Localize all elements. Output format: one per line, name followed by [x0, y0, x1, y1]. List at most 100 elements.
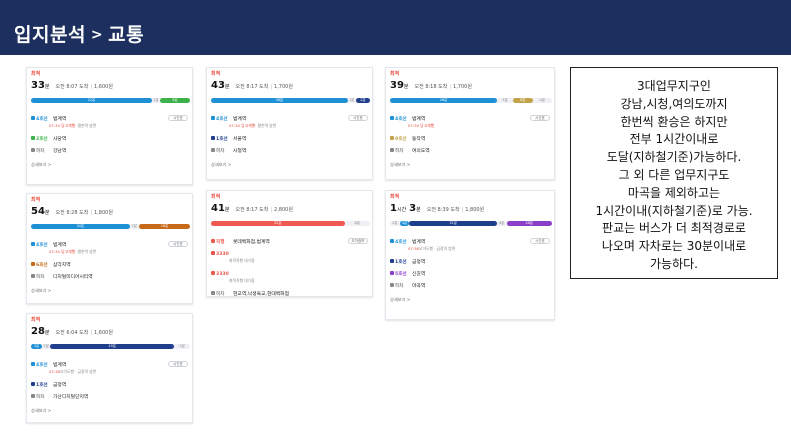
- direction-note: · 평촌역 방면: [75, 249, 97, 254]
- transit-icon: [31, 262, 35, 266]
- transit-line-name: 하차: [36, 274, 45, 280]
- page-title-sub: 교통: [108, 24, 145, 46]
- route-step: 3330: [211, 271, 233, 277]
- station-name: 신길역: [412, 271, 426, 277]
- route-step: 하차 디지털미디어시티역: [31, 274, 93, 280]
- route-summary: 43분 오전 8:17 도착 | 1,700원: [211, 81, 293, 91]
- departure-time: 07:36: [408, 246, 419, 251]
- segment-duration-label: 3분: [179, 343, 185, 348]
- transit-line-name: 3330: [216, 251, 229, 257]
- transit-line-name: 1호선: [395, 259, 407, 265]
- route-segment-bar: 22분 1분 5분: [31, 97, 191, 103]
- analysis-summary-box: 3대업무지구인 강남,시청,여의도까지 한번씩 환승은 하지만 전부 1시간이내…: [570, 67, 778, 279]
- duration-value: 39: [390, 80, 404, 91]
- route-summary: 1시간 3분 오전 8:39 도착 | 1,800원: [390, 204, 484, 214]
- segment-bar: 34분: [31, 224, 130, 229]
- optimal-badge: 최적: [211, 194, 221, 200]
- route-step: 하차 마곡역: [390, 283, 425, 289]
- route-step: 4호선 범계역: [31, 116, 66, 122]
- route-card[interactable]: 최적 28분 오전 6:04 도착 | 1,600원 2분 2분 19분 3분 4호선 범계역 시간표…: [26, 313, 193, 423]
- route-card[interactable]: 최적 39분 오전 8:18 도착 | 1,700원 26분 3분 6분 4분 4호선 범계역 시간표…: [385, 67, 555, 180]
- summary-line: 한번씩 환승은 하지만: [620, 114, 728, 129]
- departure-note: 최적직행 대기중: [229, 279, 255, 283]
- station-name: 서울역: [233, 136, 247, 142]
- timetable-button[interactable]: 시간표: [530, 115, 550, 121]
- route-step: 9호선 동작역: [390, 136, 425, 142]
- timetable-button[interactable]: 시간표: [348, 115, 368, 121]
- segment-bar: 28분: [506, 221, 552, 226]
- duration-value: 54: [31, 206, 45, 217]
- station-name: 동작역: [412, 136, 426, 142]
- route-card[interactable]: 최적 1시간 3분 오전 8:39 도착 | 1,800원 2분 4분 31분 4분 28분 4호선 범…: [385, 190, 555, 320]
- station-name: 금정역: [53, 382, 67, 388]
- detail-link[interactable]: 상세보기 >: [31, 288, 51, 293]
- duration-hours-unit: 시간: [396, 207, 407, 213]
- fare: 1,700원: [453, 84, 472, 90]
- segment-duration-label: 6분: [520, 97, 526, 102]
- segment-bar: 4분: [399, 220, 410, 226]
- transit-icon: [31, 382, 35, 386]
- timetable-button[interactable]: 시간표: [168, 361, 188, 367]
- transit-line-name: 4호선: [395, 116, 407, 122]
- direction-note: 오이도행 · 금정역 방면: [418, 246, 456, 251]
- transit-line-name: 2호선: [36, 136, 48, 142]
- timetable-button[interactable]: 도착정보: [348, 238, 368, 244]
- segment-bar: 2분: [129, 223, 140, 229]
- segment-duration-label: 5분: [172, 97, 178, 102]
- station-name: 범계역: [53, 362, 67, 368]
- detail-link[interactable]: 상세보기 >: [211, 162, 231, 167]
- transit-line-name: 하차: [395, 283, 404, 289]
- segment-duration-label: 38분: [275, 97, 284, 102]
- departure-note: 07:39 당고개행: [408, 124, 434, 128]
- fare: 1,600원: [94, 84, 113, 90]
- duration-unit: 분: [403, 84, 409, 90]
- transit-line-name: 하차: [36, 394, 45, 400]
- route-step: 하차 시청역: [211, 148, 246, 154]
- transit-icon: [211, 271, 215, 275]
- segment-duration-label: 2분: [392, 220, 398, 225]
- segment-duration-label: 4분: [401, 220, 408, 225]
- route-card[interactable]: 최적 41분 오전 8:17 도착 | 2,800원 32분 8분 직행 롯데백화점,범계역 도착…: [206, 190, 373, 297]
- summary-line: 그 외 다른 업무지구도: [618, 167, 730, 182]
- station-name: 마곡역: [412, 283, 426, 289]
- detail-link[interactable]: 상세보기 >: [390, 162, 410, 167]
- route-card[interactable]: 최적 54분 오전 8:28 도착 | 1,800원 34분 2분 18분 4호선 범계역 시간표 0…: [26, 193, 193, 304]
- divider: |: [449, 84, 452, 90]
- route-step: 4호선 범계역: [390, 239, 425, 245]
- transit-line-name: 1호선: [36, 382, 48, 388]
- summary-line: 판교는 버스가 더 최적경로로: [602, 221, 746, 236]
- station-name: 여의도역: [412, 148, 430, 154]
- route-card[interactable]: 최적 33분 오전 8:07 도착 | 1,600원 22분 1분 5분 4호선 범계역 시간표 07…: [26, 67, 193, 185]
- station-name: 범계역: [53, 242, 67, 248]
- segment-duration-label: 2분: [131, 223, 138, 228]
- transit-line-name: 3330: [216, 271, 229, 277]
- detail-link[interactable]: 상세보기 >: [31, 162, 51, 167]
- divider: |: [270, 84, 273, 90]
- fare: 2,800원: [274, 207, 293, 213]
- transit-icon: [211, 291, 215, 295]
- route-step: 직행 롯데백화점,범계역: [211, 239, 270, 245]
- arrival-time: 오전 8:17 도착: [235, 207, 269, 213]
- station-name: 가산디지털단지역: [53, 394, 89, 400]
- route-step: 하차 여의도역: [390, 148, 430, 154]
- timetable-button[interactable]: 시간표: [168, 115, 188, 121]
- transit-icon: [31, 148, 35, 152]
- timetable-button[interactable]: 시간표: [530, 238, 550, 244]
- transit-icon: [211, 148, 215, 152]
- segment-duration-label: 1분: [349, 97, 355, 102]
- station-name: 강남역: [53, 148, 67, 154]
- transit-icon: [31, 362, 35, 366]
- route-summary: 28분 오전 6:04 도착 | 1,600원: [31, 327, 113, 337]
- detail-link[interactable]: 상세보기 >: [390, 297, 410, 302]
- transit-icon: [390, 148, 394, 152]
- optimal-badge: 최적: [31, 197, 41, 203]
- route-step: 1호선 서울역: [211, 136, 246, 142]
- timetable-button[interactable]: 시간표: [168, 241, 188, 247]
- optimal-badge: 최적: [211, 71, 221, 77]
- segment-bar: 26분: [390, 98, 497, 103]
- route-card[interactable]: 최적 43분 오전 8:17 도착 | 1,700원 38분 1분 2분 4호선 범계역 시간표 07…: [206, 67, 373, 180]
- station-name: 범계역: [412, 239, 426, 245]
- station-name: 범계역: [233, 116, 247, 122]
- detail-link[interactable]: 상세보기 >: [31, 408, 51, 413]
- transit-icon: [390, 271, 394, 275]
